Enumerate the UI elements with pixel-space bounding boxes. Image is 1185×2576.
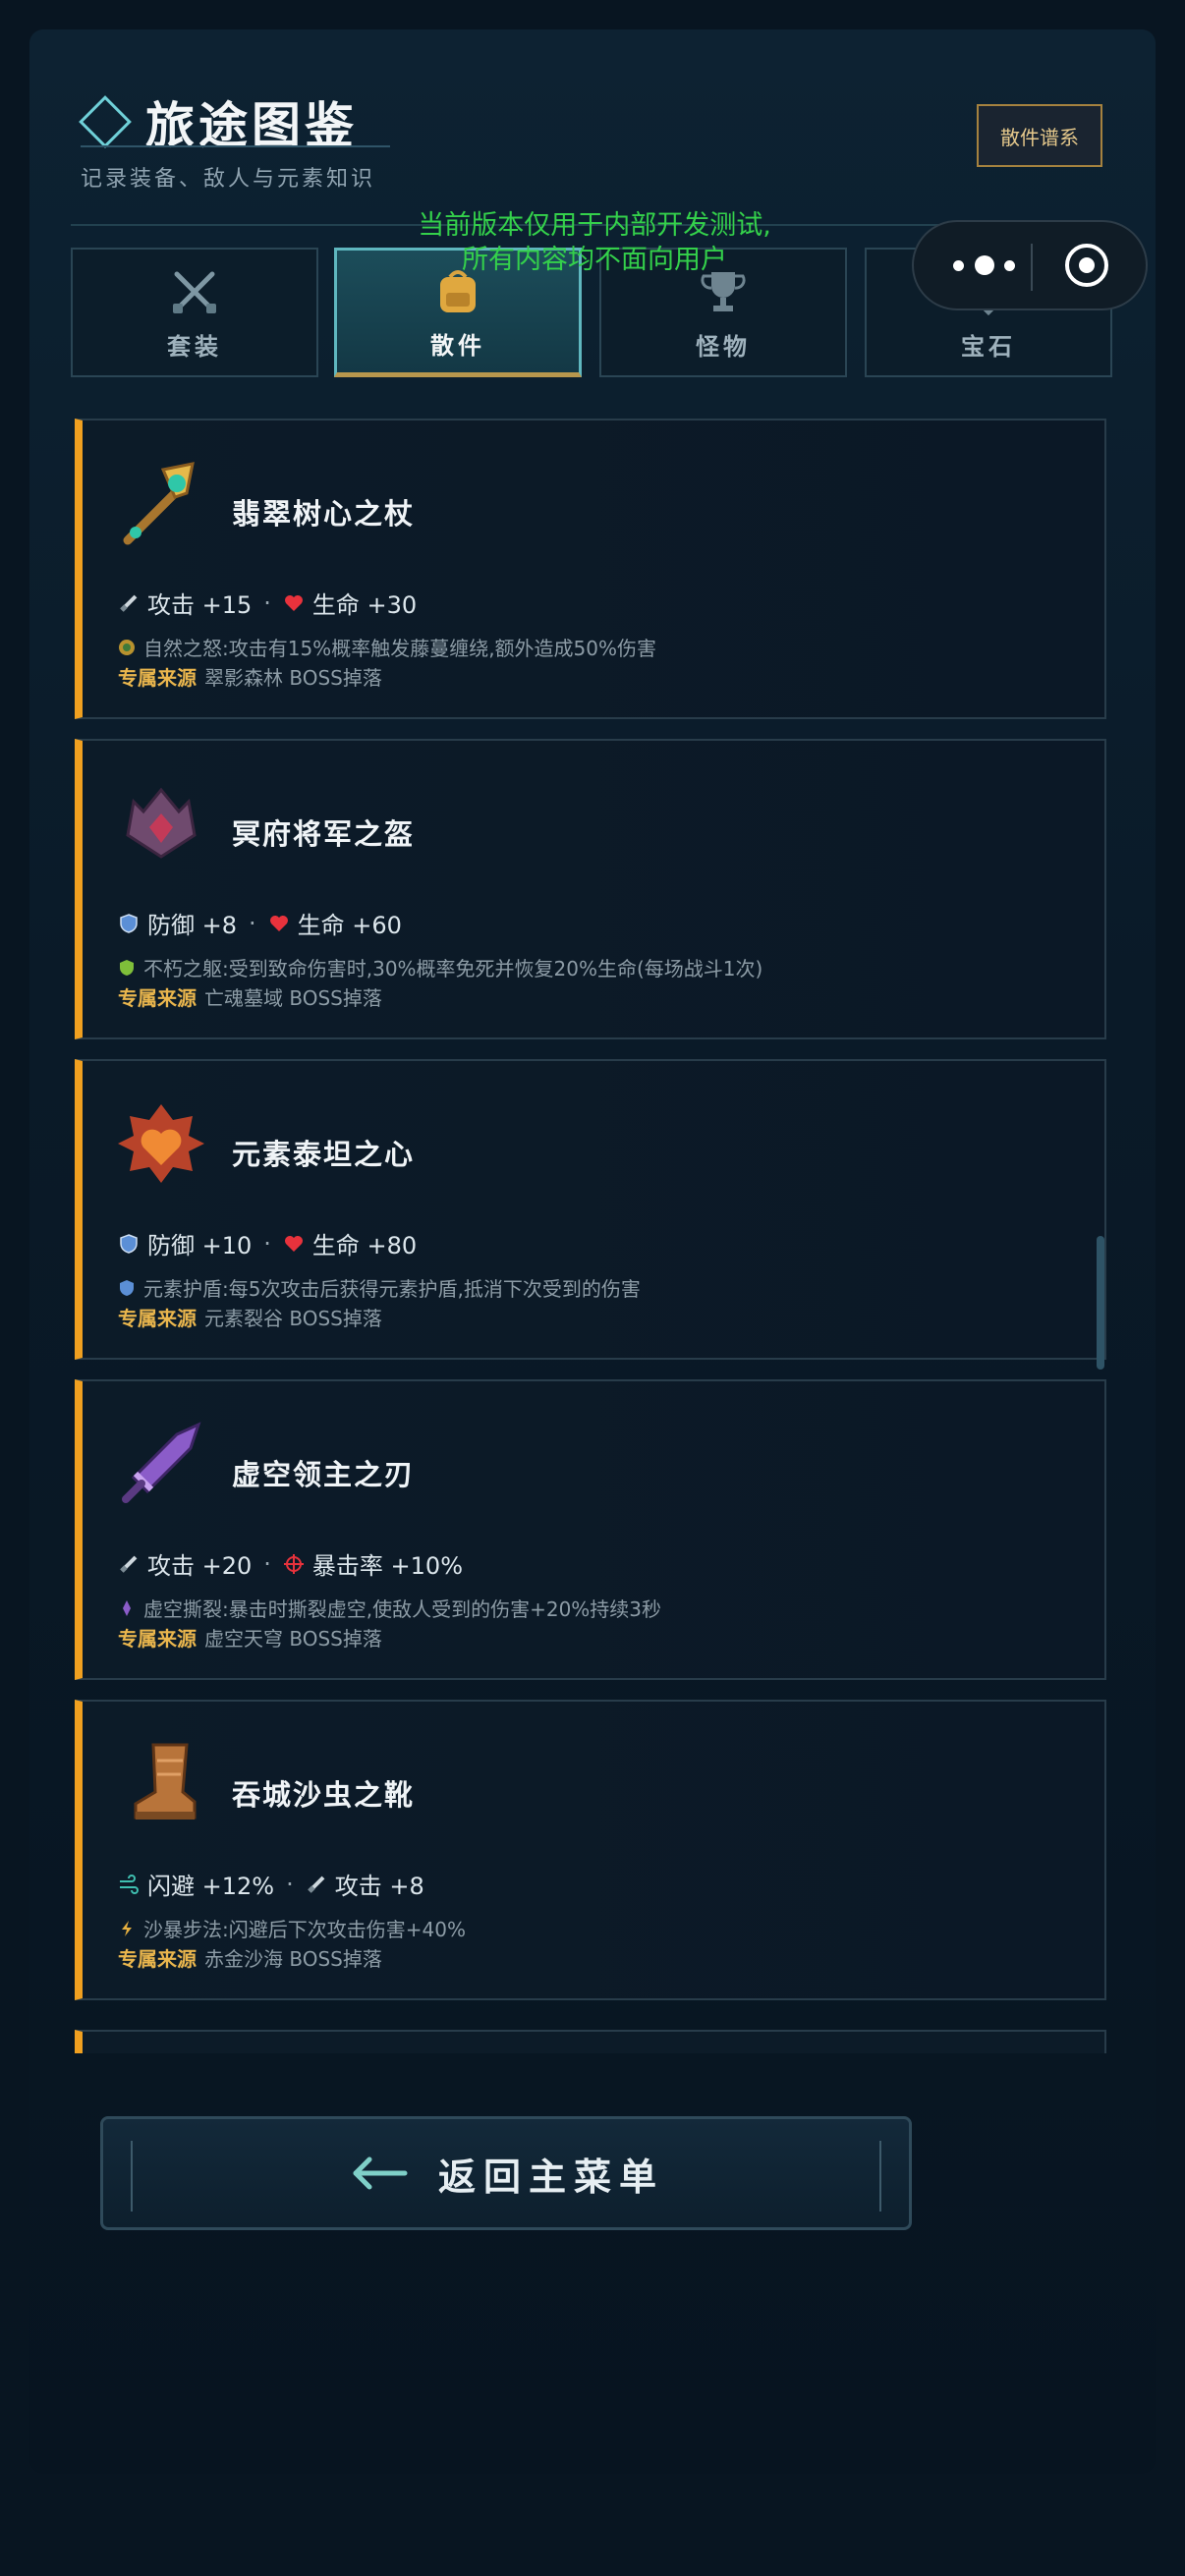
stat-separator: · [263,1229,271,1258]
source-tag: 专属来源 [118,1627,197,1651]
crosshair-icon [283,1553,304,1574]
item-name: 元素泰坦之心 [232,1138,416,1171]
stat-text: 暴击率 +10% [311,1552,464,1580]
effect-text: 虚空撕裂:暴击时撕裂虚空,使敌人受到的伤害+20%持续3秒 [143,1597,662,1621]
dev-notice: 当前版本仅用于内部开发测试, 所有内容均不面向用户 [373,208,816,277]
back-to-main-menu-button[interactable]: 返回主菜单 [100,2116,912,2230]
effect-text: 不朽之躯:受到致命伤害时,30%概率免死并恢复20%生命(每场战斗1次) [143,957,763,980]
mini-program-capsule [912,220,1148,310]
source-tag: 专属来源 [118,1307,197,1330]
source-text: 翠影森林 BOSS掉落 [204,666,382,690]
item-name: 翡翠树心之杖 [232,497,416,531]
item-stats: 攻击 +15 · 生命 +30 [118,586,417,620]
stat-text: 生命 +80 [311,1232,418,1260]
item-effect: 不朽之躯:受到致命伤害时,30%概率免死并恢复20%生命(每场战斗1次) [118,953,762,981]
tab-sets[interactable]: 套装 [71,248,318,377]
item-effect: 虚空撕裂:暴击时撕裂虚空,使敌人受到的伤害+20%持续3秒 [118,1594,661,1622]
tab-label: 怪物 [696,332,751,361]
stat-separator: · [263,588,271,617]
list-item[interactable]: 虚空领主之刃 攻击 +20 · 暴击率 +10% 虚空撕裂:暴击时撕裂虚空,使敌… [75,1379,1106,1680]
stat-text: 防御 +10 [147,1232,253,1260]
list-item-partial[interactable] [75,2030,1106,2053]
source-text: 亡魂墓域 BOSS掉落 [204,986,382,1010]
stat-separator: · [286,1870,294,1898]
source-tag: 专属来源 [118,666,197,690]
list-item[interactable]: 翡翠树心之杖 攻击 +15 · 生命 +30 自然之怒:攻击有15%概率触发藤蔓… [75,419,1106,719]
item-source: 专属来源 元素裂谷 BOSS掉落 [118,1303,382,1331]
emerald-staff-icon [123,462,195,545]
item-source: 专属来源 虚空天穹 BOSS掉落 [118,1623,382,1652]
stat-text: 生命 +30 [311,591,418,619]
green-shield-icon [120,959,134,976]
tab-label: 散件 [430,331,485,360]
back-arrow-icon [353,2156,408,2190]
effect-text: 自然之怒:攻击有15%概率触发藤蔓缠绕,额外造成50%伤害 [143,637,657,660]
stat-text: 闪避 +12% [147,1873,275,1900]
loose-pieces-system-button[interactable]: 散件谱系 [977,104,1102,167]
source-text: 赤金沙海 BOSS掉落 [204,1947,382,1971]
item-name: 吞城沙虫之靴 [232,1778,416,1812]
page-subtitle: 记录装备、敌人与元素知识 [81,167,376,192]
dev-notice-line: 所有内容均不面向用户 [462,245,727,275]
item-effect: 自然之怒:攻击有15%概率触发藤蔓缠绕,额外造成50%伤害 [118,633,656,661]
list-scrollbar[interactable] [1097,1236,1104,1370]
item-effect: 沙暴步法:闪避后下次攻击伤害+40% [118,1914,466,1942]
capsule-divider [1031,244,1033,291]
void-icon [123,1599,131,1616]
shield-icon [120,1279,134,1296]
close-target-icon[interactable] [1065,244,1108,287]
source-text: 虚空天穹 BOSS掉落 [204,1627,382,1651]
item-stats: 防御 +8 · 生命 +60 [118,906,402,940]
stat-text: 防御 +8 [147,912,238,939]
item-source: 专属来源 赤金沙海 BOSS掉落 [118,1943,382,1972]
source-tag: 专属来源 [118,1947,197,1971]
stat-separator: · [249,909,256,937]
underworld-helm-icon [126,787,197,859]
source-tag: 专属来源 [118,986,197,1010]
titan-heart-icon [118,1104,204,1183]
item-stats: 防御 +10 · 生命 +80 [118,1226,417,1260]
lightning-icon [122,1920,132,1936]
item-list[interactable]: 翡翠树心之杖 攻击 +15 · 生命 +30 自然之怒:攻击有15%概率触发藤蔓… [75,419,1108,2053]
stat-text: 攻击 +15 [147,591,253,619]
wind-icon [120,1874,139,1894]
more-icon[interactable] [947,252,1026,281]
heart-icon [284,1235,303,1252]
sandworm-boots-icon [134,1743,197,1820]
tab-label: 宝石 [961,332,1016,361]
item-effect: 元素护盾:每5次攻击后获得元素护盾,抵消下次受到的伤害 [118,1273,641,1302]
list-item[interactable]: 冥府将军之盔 防御 +8 · 生命 +60 不朽之躯:受到致命伤害时,30%概率… [75,739,1106,1039]
back-button-label: 返回主菜单 [437,2155,664,2199]
list-item[interactable]: 元素泰坦之心 防御 +10 · 生命 +80 元素护盾:每5次攻击后获得元素护盾… [75,1059,1106,1360]
source-text: 元素裂谷 BOSS掉落 [204,1307,382,1330]
sword-icon [307,1876,325,1893]
item-stats: 攻击 +20 · 暴击率 +10% [118,1546,463,1581]
stat-text: 攻击 +8 [334,1873,424,1900]
crossed-swords-icon [173,271,216,313]
void-blade-icon [122,1422,201,1503]
tab-label: 套装 [167,332,222,361]
sword-icon [120,594,138,612]
nature-icon [119,639,135,655]
item-name: 冥府将军之盔 [232,817,416,851]
sword-icon [120,1555,138,1573]
list-item[interactable]: 吞城沙虫之靴 闪避 +12% · 攻击 +8 沙暴步法:闪避后下次攻击伤害+40… [75,1700,1106,2000]
item-source: 专属来源 翠影森林 BOSS掉落 [118,662,382,691]
stat-text: 攻击 +20 [147,1552,253,1580]
effect-text: 元素护盾:每5次攻击后获得元素护盾,抵消下次受到的伤害 [143,1277,641,1301]
title-underline [81,145,390,147]
stat-separator: · [263,1549,271,1578]
shield-icon [120,913,138,933]
stat-text: 生命 +60 [297,912,402,939]
effect-text: 沙暴步法:闪避后下次攻击伤害+40% [143,1918,466,1941]
dev-notice-line: 当前版本仅用于内部开发测试, [418,210,771,241]
item-source: 专属来源 亡魂墓域 BOSS掉落 [118,982,382,1011]
item-name: 虚空领主之刃 [232,1458,416,1491]
heart-icon [284,594,303,611]
shield-icon [120,1233,138,1254]
item-stats: 闪避 +12% · 攻击 +8 [118,1867,424,1901]
heart-icon [269,915,288,931]
diamond-icon [79,95,132,148]
